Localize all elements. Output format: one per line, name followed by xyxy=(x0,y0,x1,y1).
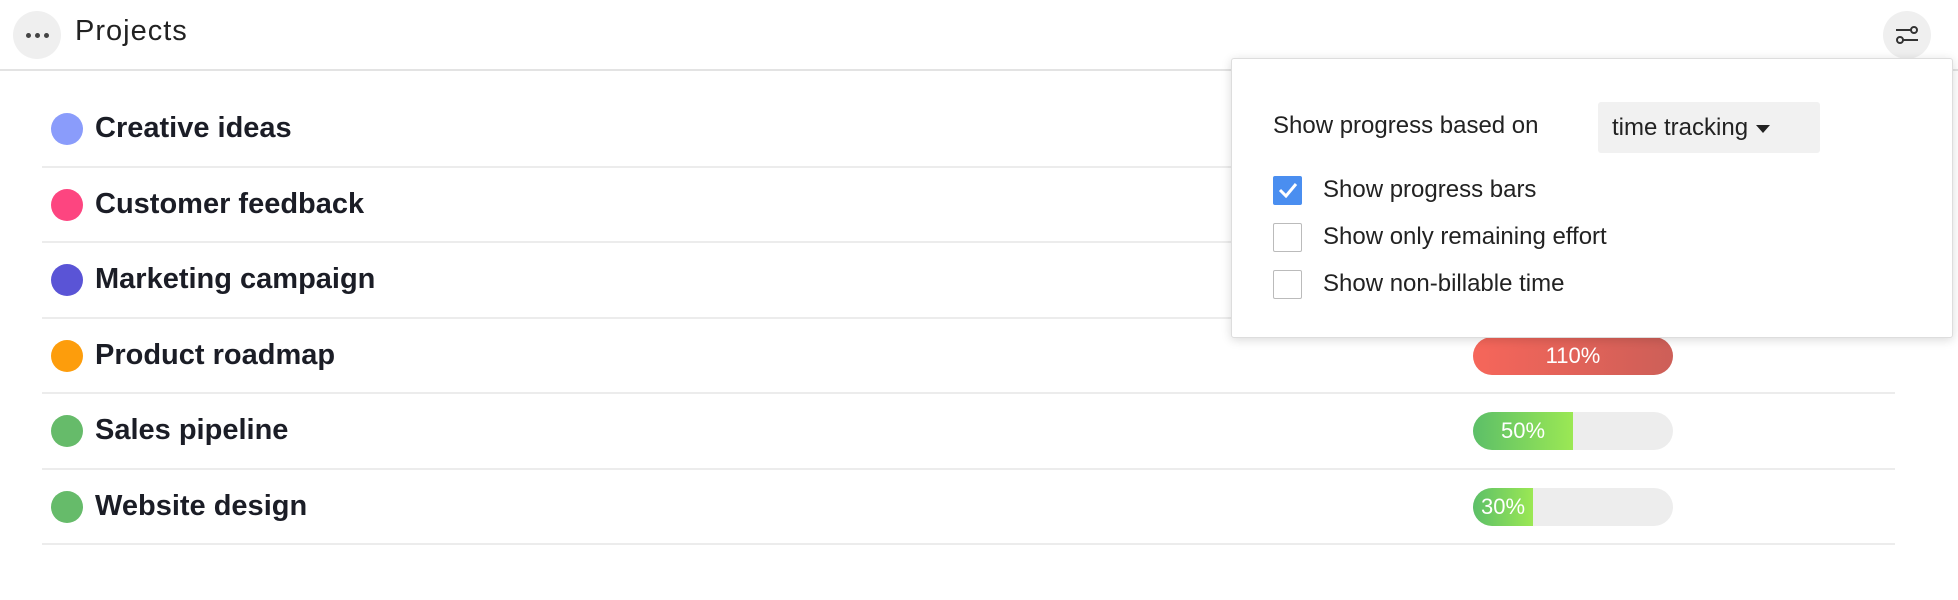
progress-label: 110% xyxy=(1545,342,1601,368)
project-name: Creative ideas xyxy=(95,112,292,144)
progress-bar: 110% xyxy=(1473,336,1673,375)
project-color-dot xyxy=(51,415,83,447)
project-row[interactable]: Sales pipeline 50% xyxy=(42,394,1895,470)
project-row[interactable]: Website design 30% xyxy=(42,470,1895,545)
caret-down-icon xyxy=(1756,124,1771,133)
project-name: Customer feedback xyxy=(95,187,365,220)
option-label: Show only remaining effort xyxy=(1323,223,1607,250)
project-name: Website design xyxy=(95,489,308,522)
checkmark-icon xyxy=(1278,183,1297,198)
checkbox[interactable] xyxy=(1273,222,1302,252)
progress-based-on-dropdown[interactable]: time tracking xyxy=(1598,102,1820,153)
page-title: Projects xyxy=(75,15,188,47)
option-2[interactable]: Show non-billable time xyxy=(1273,269,1564,299)
checkbox[interactable] xyxy=(1273,269,1302,299)
project-name: Sales pipeline xyxy=(95,414,289,446)
option-1[interactable]: Show only remaining effort xyxy=(1273,222,1607,252)
progress-bar: 30% xyxy=(1473,487,1673,526)
progress-label: 30% xyxy=(1480,493,1526,519)
dropdown-value: time tracking xyxy=(1612,114,1749,141)
sliders-icon xyxy=(1896,26,1918,44)
project-color-dot xyxy=(51,188,83,221)
project-color-dot xyxy=(51,113,83,145)
progress-label: 50% xyxy=(1500,418,1546,443)
more-horizontal-icon xyxy=(25,32,49,38)
project-name: Marketing campaign xyxy=(95,263,376,295)
progress-bar: 50% xyxy=(1473,412,1673,450)
project-color-dot xyxy=(51,339,83,372)
progress-settings-popup: Show progress based on time tracking Sho… xyxy=(1231,58,1953,338)
progress-based-on-label: Show progress based on xyxy=(1273,112,1539,139)
settings-button[interactable] xyxy=(1883,11,1931,59)
option-0[interactable]: Show progress bars xyxy=(1273,175,1536,205)
project-name: Product roadmap xyxy=(95,338,336,371)
project-color-dot xyxy=(51,490,83,523)
checkbox[interactable] xyxy=(1273,175,1302,205)
project-color-dot xyxy=(51,264,83,296)
option-label: Show non-billable time xyxy=(1323,270,1565,297)
option-label: Show progress bars xyxy=(1323,176,1537,203)
more-button[interactable] xyxy=(13,11,61,59)
